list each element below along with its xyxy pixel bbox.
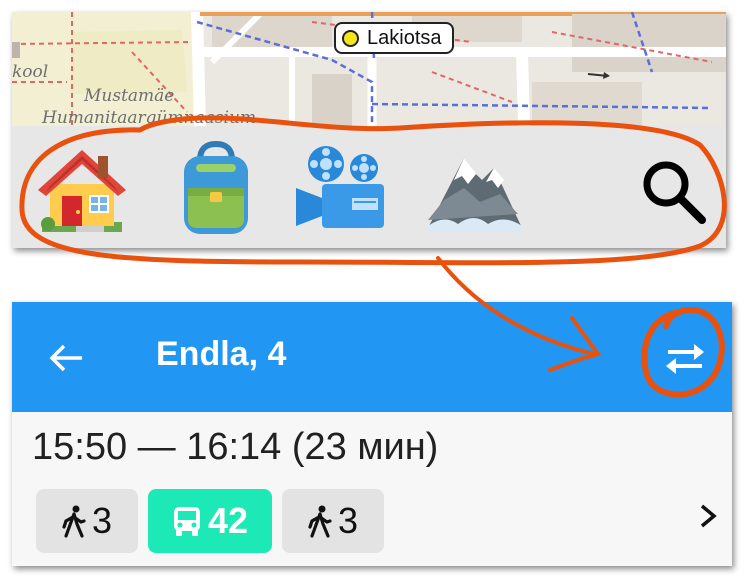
back-arrow-icon[interactable]: [46, 338, 86, 378]
stop-dot-icon: [342, 29, 359, 47]
house-icon[interactable]: [32, 140, 132, 240]
route-legs[interactable]: 3 42 3: [36, 489, 384, 553]
category-bar: [12, 126, 726, 248]
walking-person-icon: [308, 505, 332, 538]
walk-minutes: 3: [337, 500, 359, 541]
walk-leg: 3: [282, 489, 384, 553]
map-label-mustamae: Mustamäe: [84, 86, 175, 106]
map-panel: kool Mustamäe Humanitaargümnaasium Lakio…: [12, 12, 726, 248]
chevron-right-icon[interactable]: [696, 502, 720, 530]
bus-icon: [173, 507, 200, 536]
movie-camera-icon[interactable]: [292, 140, 392, 240]
destination-title: Endla, 4: [156, 335, 287, 373]
walk-minutes: 3: [91, 500, 113, 541]
walk-leg: 3: [36, 489, 138, 553]
route-header: Endla, 4: [12, 302, 732, 412]
map-label-kool: kool: [12, 62, 49, 82]
stop-name: Lakiotsa: [367, 26, 442, 49]
stop-marker[interactable]: Lakiotsa: [334, 22, 454, 54]
search-icon[interactable]: [638, 156, 708, 226]
snow-mountain-icon[interactable]: [424, 140, 524, 240]
swap-direction-icon[interactable]: [664, 338, 706, 378]
route-time-summary: 15:50 — 16:14 (23 мин): [32, 426, 439, 468]
map-label-gymnasium: Humanitaargümnaasium: [42, 108, 257, 126]
bus-line-number: 42: [207, 500, 249, 541]
route-panel: Endla, 4 15:50 — 16:14 (23 мин) 3 42 3: [12, 302, 732, 566]
walking-person-icon: [62, 505, 86, 538]
backpack-icon[interactable]: [166, 140, 266, 240]
bus-leg: 42: [148, 489, 272, 553]
map-view[interactable]: kool Mustamäe Humanitaargümnaasium Lakio…: [12, 12, 726, 126]
